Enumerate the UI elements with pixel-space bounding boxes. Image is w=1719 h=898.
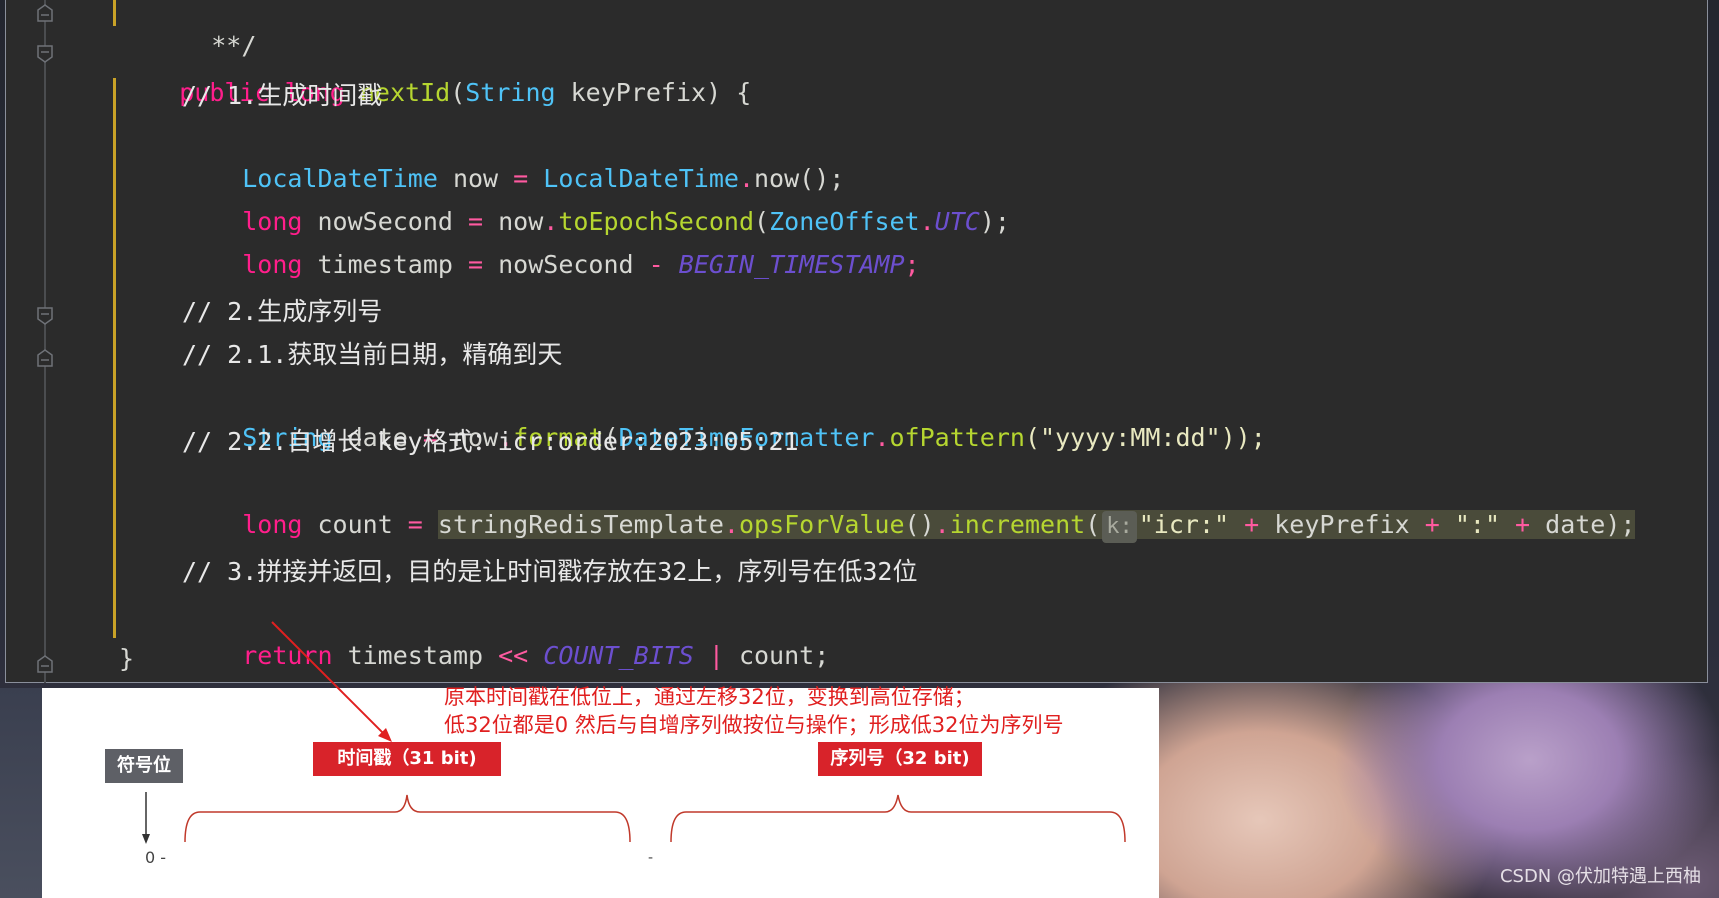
annotation-line: 原本时间戳在低位上，通过左移32位，变换到高位存储； [444,685,975,709]
code-line-return: return timestamp << COUNT_BITS | count; [242,641,830,670]
fold-start-icon[interactable] [37,45,53,63]
param-type: String [465,78,556,107]
fold-end-icon[interactable] [37,4,53,22]
code-line-date: String date = now.format(DateTimeFormatt… [242,423,1266,452]
comment-line: // 2.2.自增长 key格式：icr:order:2023:05:21 [182,427,799,456]
timestamp-tag: 时间戳（31 bit) [313,742,501,776]
bit-zero-label: 0 - [145,848,167,867]
fold-start-icon[interactable] [37,307,53,325]
comment-line: // 2.生成序列号 [182,297,383,326]
indent-guide [113,0,116,26]
code-line-nowsecond: long nowSecond = now.toEpochSecond(ZoneO… [242,207,1010,236]
watermark: CSDN @伏加特遇上西柚 [1499,866,1701,887]
doc-comment-end: **/ [211,31,257,60]
param-name: keyPrefix [570,78,707,107]
closing-brace: } [119,644,135,673]
code-line-now: LocalDateTime now = LocalDateTime.now(); [242,164,845,193]
comment-line: // 2.1.获取当前日期，精确到天 [182,340,563,369]
bit-dash-label: - [648,850,654,866]
method-signature-line: public long nextId(String keyPrefix) { [179,78,752,107]
indent-guide [113,78,116,638]
annotation-line: 低32位都是0 然后与自增序列做按位与操作；形成低32位为序列号 [444,713,1064,737]
parameter-hint: k: [1102,511,1137,543]
sequence-tag: 序列号（32 bit) [818,742,982,776]
code-line-timestamp: long timestamp = nowSecond - BEGIN_TIMES… [242,250,920,279]
background-strip [0,688,42,898]
sign-bit-tag: 符号位 [105,749,183,783]
highlighted-expression[interactable]: stringRedisTemplate.opsForValue().increm… [437,510,1636,543]
code-line-count: long count = stringRedisTemplate.opsForV… [182,465,1636,543]
fold-end-icon[interactable] [37,655,53,673]
code-editor[interactable]: **/ public long nextId(String keyPrefix)… [5,0,1708,683]
comment-line: // 1.生成时间戳 [182,81,383,110]
comment-line: // 3.拼接并返回，目的是让时间戳存放在32上，序列号在低32位 [182,557,918,586]
fold-end-icon[interactable] [37,349,53,367]
annotation-text: 原本时间戳在低位上，通过左移32位，变换到高位存储； 低32位都是0 然后与自增序… [444,683,1063,739]
gutter-line [44,0,46,683]
